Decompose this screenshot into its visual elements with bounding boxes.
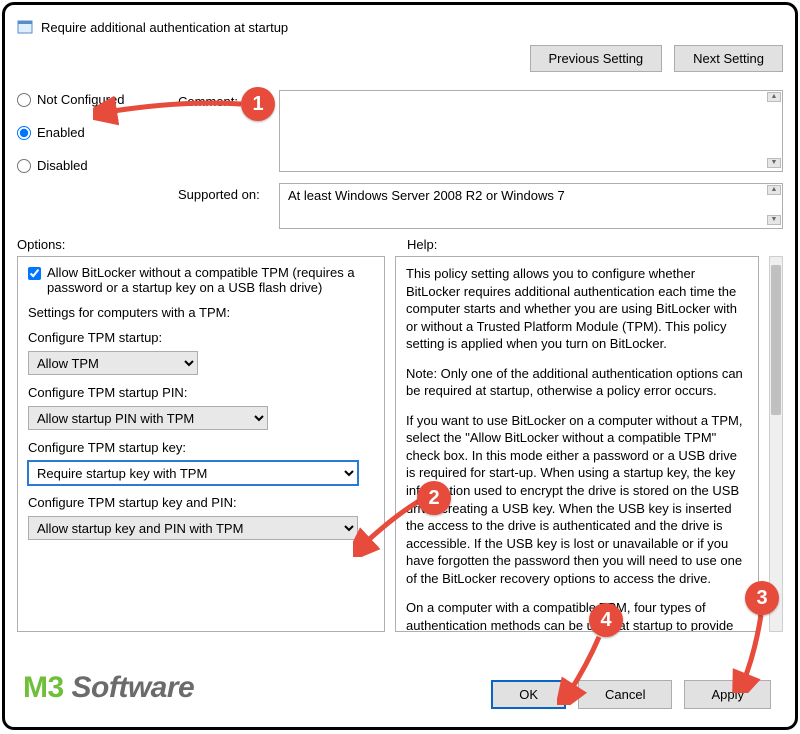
radio-enabled-input[interactable]	[17, 126, 31, 140]
supported-scroll-buttons[interactable]: ▲▼	[767, 185, 781, 225]
comment-scroll-buttons[interactable]: ▲▼	[767, 92, 781, 168]
next-setting-button[interactable]: Next Setting	[674, 45, 783, 72]
annotation-badge-2: 2	[417, 481, 451, 515]
supported-on-field: At least Windows Server 2008 R2 or Windo…	[279, 183, 783, 229]
help-scroll-thumb[interactable]	[771, 265, 781, 415]
options-heading: Options:	[17, 237, 397, 252]
apply-button[interactable]: Apply	[684, 680, 771, 709]
radio-enabled[interactable]: Enabled	[17, 125, 172, 140]
cfg-tpm-keypin-label: Configure TPM startup key and PIN:	[28, 495, 374, 510]
cfg-tpm-key-label: Configure TPM startup key:	[28, 440, 374, 455]
nav-setting-row: Previous Setting Next Setting	[17, 45, 783, 72]
cfg-tpm-key-select[interactable]: Require startup key with TPM	[28, 461, 358, 485]
radio-disabled[interactable]: Disabled	[17, 158, 172, 173]
cfg-tpm-keypin-select[interactable]: Allow startup key and PIN with TPM	[28, 516, 358, 540]
cfg-tpm-startup-select[interactable]: Allow TPM	[28, 351, 198, 375]
help-p2: Note: Only one of the additional authent…	[406, 365, 748, 400]
annotation-badge-1: 1	[241, 87, 275, 121]
policy-icon	[17, 19, 33, 35]
help-pane: This policy setting allows you to config…	[395, 256, 759, 632]
radio-disabled-input[interactable]	[17, 159, 31, 173]
watermark-software: Software	[64, 671, 195, 704]
annotation-badge-4: 4	[589, 603, 623, 637]
supported-label: Supported on:	[178, 183, 273, 202]
help-scrollbar[interactable]	[769, 256, 783, 632]
window-titlebar: Require additional authentication at sta…	[17, 13, 783, 41]
ok-button[interactable]: OK	[491, 680, 566, 709]
radio-not-configured-label: Not Configured	[37, 92, 124, 107]
cfg-tpm-pin-select[interactable]: Allow startup PIN with TPM	[28, 406, 268, 430]
cancel-button[interactable]: Cancel	[578, 680, 672, 709]
window-title: Require additional authentication at sta…	[41, 20, 288, 35]
help-p3: If you want to use BitLocker on a comput…	[406, 412, 748, 587]
radio-not-configured[interactable]: Not Configured	[17, 92, 172, 107]
radio-not-configured-input[interactable]	[17, 93, 31, 107]
watermark-m3: M3	[23, 671, 64, 704]
allow-no-tpm-checkbox[interactable]	[28, 267, 41, 280]
cfg-tpm-startup-label: Configure TPM startup:	[28, 330, 374, 345]
help-p1: This policy setting allows you to config…	[406, 265, 748, 353]
comment-textarea[interactable]	[279, 90, 783, 172]
radio-disabled-label: Disabled	[37, 158, 88, 173]
tpm-section-label: Settings for computers with a TPM:	[28, 305, 374, 320]
radio-enabled-label: Enabled	[37, 125, 85, 140]
options-pane: Allow BitLocker without a compatible TPM…	[17, 256, 385, 632]
annotation-badge-3: 3	[745, 581, 779, 615]
help-heading: Help:	[407, 237, 783, 252]
cfg-tpm-pin-label: Configure TPM startup PIN:	[28, 385, 374, 400]
supported-on-text: At least Windows Server 2008 R2 or Windo…	[288, 188, 565, 203]
allow-no-tpm-label: Allow BitLocker without a compatible TPM…	[47, 265, 374, 295]
watermark-logo: M3 Software	[23, 671, 194, 705]
previous-setting-button[interactable]: Previous Setting	[530, 45, 663, 72]
help-p4: On a computer with a compatible TPM, fou…	[406, 599, 748, 632]
